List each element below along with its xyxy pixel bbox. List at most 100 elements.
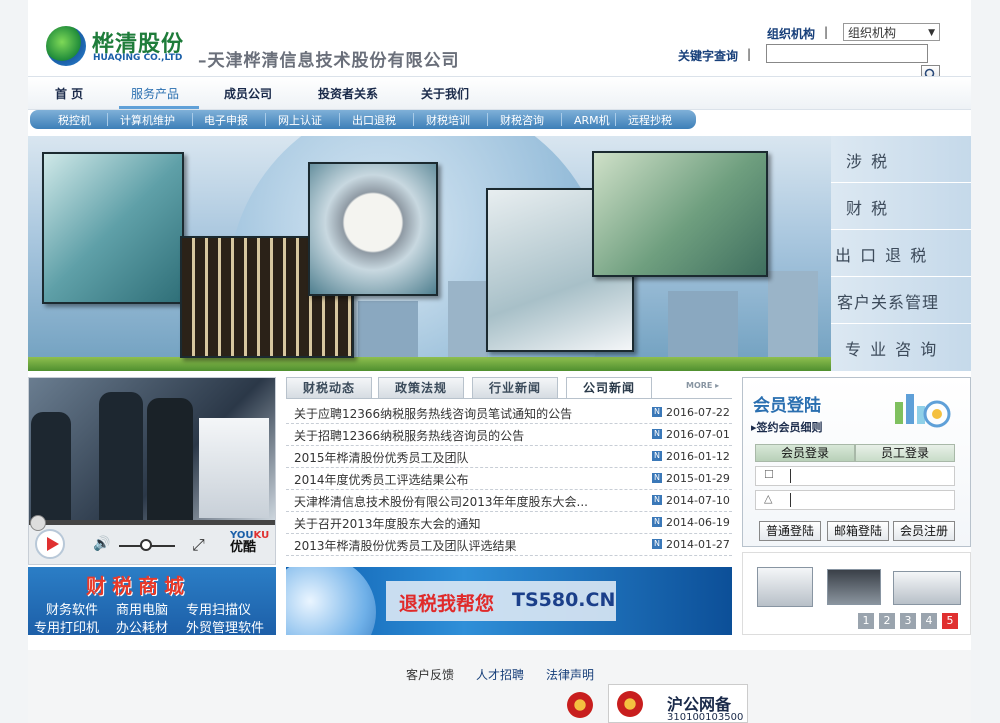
mall-item-trade-software: 外贸管理软件: [186, 621, 265, 636]
mall-item-scanner: 专用扫描仪: [186, 603, 252, 618]
nav-item-products[interactable]: 服务产品: [131, 85, 179, 102]
video-person-image: [31, 412, 71, 522]
carousel-page-4[interactable]: 4: [921, 613, 937, 629]
nav-item-home[interactable]: 首 页: [55, 85, 83, 102]
news-item[interactable]: 2013年桦清股份优秀员工及团队评选结果 N 2014-01-27: [286, 534, 732, 556]
staff-login-tab[interactable]: 员工登录: [855, 444, 955, 462]
news-item[interactable]: 天津桦清信息技术股份有限公司2013年年度股东大会... N 2014-07-1…: [286, 490, 732, 512]
news-date: 2016-01-12: [666, 450, 730, 463]
service-menu: 涉 税 财 税 出 口 退 税 客户关系管理 专 业 咨 询: [831, 136, 971, 371]
video-screen[interactable]: [29, 378, 275, 522]
footer-link-careers[interactable]: 人才招聘: [476, 666, 524, 683]
footer-link-feedback[interactable]: 客户反馈: [406, 666, 454, 683]
news-item[interactable]: 关于应聘12366纳税服务热线咨询员笔试通知的公告 N 2016-07-22: [286, 402, 732, 424]
video-player[interactable]: 🔊 ⤢ YOUKU 优酷: [28, 377, 276, 565]
news-item[interactable]: 关于招聘12366纳税服务热线咨询员的公告 N 2016-07-01: [286, 424, 732, 446]
mall-item-finance-software: 财务软件: [46, 603, 99, 618]
subnav-item-training[interactable]: 财税培训: [426, 112, 470, 128]
normal-login-button[interactable]: 普通登陆: [759, 521, 821, 541]
video-progress-handle[interactable]: [30, 515, 46, 531]
more-link[interactable]: MORE ▸: [686, 381, 719, 390]
carousel-page-5[interactable]: 5: [942, 613, 958, 629]
new-badge-icon: N: [652, 407, 662, 417]
mall-item-supplies: 办公耗材: [116, 621, 169, 636]
member-register-button[interactable]: 会员注册: [893, 521, 955, 541]
news-tabs: 财税动态 政策法规 行业新闻 公司新闻: [286, 377, 732, 399]
subnav-separator: [192, 113, 193, 126]
org-select[interactable]: 组织机构 ▼: [843, 23, 940, 41]
password-input[interactable]: △: [755, 490, 955, 510]
service-menu-item-crm[interactable]: 客户关系管理: [831, 277, 971, 324]
volume-icon[interactable]: 🔊: [93, 536, 110, 552]
member-decoration-icon: [895, 394, 951, 428]
tab-industry-news[interactable]: 行业新闻: [472, 377, 558, 399]
keyword-search-input[interactable]: [766, 44, 928, 63]
printer-carousel[interactable]: 1 2 3 4 5: [742, 552, 971, 635]
nav-item-investors[interactable]: 投资者关系: [318, 85, 378, 102]
youku-logo[interactable]: YOUKU 优酷: [230, 530, 269, 555]
company-logo-icon[interactable]: [46, 26, 86, 66]
police-emblem-icon: [617, 691, 643, 717]
nav-item-members[interactable]: 成员公司: [224, 85, 272, 102]
divider: |: [747, 47, 752, 61]
play-button[interactable]: [35, 529, 65, 559]
service-menu-item-tax-related[interactable]: 涉 税: [831, 136, 971, 183]
username-input[interactable]: ☐: [755, 466, 955, 486]
page: 桦清股份 HUAQING CO.,LTD –天津桦清信息技术股份有限公司 组织机…: [28, 0, 971, 723]
page-side-left: [0, 0, 28, 723]
mall-item-printer: 专用打印机: [34, 621, 100, 636]
tab-company-news[interactable]: 公司新闻: [566, 377, 652, 399]
mail-login-button[interactable]: 邮箱登陆: [827, 521, 889, 541]
news-item[interactable]: 关于召开2013年度股东大会的通知 N 2014-06-19: [286, 512, 732, 534]
org-select-value: 组织机构: [848, 26, 897, 40]
volume-slider-handle[interactable]: [140, 539, 152, 551]
news-title[interactable]: 2015年桦清股份优秀员工及团队: [294, 449, 469, 466]
police-emblem-icon: [567, 692, 593, 718]
grass-image: [28, 357, 831, 371]
service-menu-item-consulting[interactable]: 专 业 咨 询: [831, 324, 971, 370]
subnav-item-online-cert[interactable]: 网上认证: [278, 112, 322, 128]
news-title[interactable]: 天津桦清信息技术股份有限公司2013年年度股东大会...: [294, 493, 588, 510]
stopwatch-photo: [308, 162, 438, 296]
new-badge-icon: N: [652, 473, 662, 483]
news-item[interactable]: 2014年度优秀员工评选结果公布 N 2015-01-29: [286, 468, 732, 490]
video-person-image: [147, 398, 193, 522]
footer-link-legal[interactable]: 法律声明: [546, 666, 594, 683]
service-menu-label: 出 口 退 税: [835, 246, 929, 265]
member-login-tab[interactable]: 会员登录: [755, 444, 855, 462]
news-title[interactable]: 关于招聘12366纳税服务热线咨询员的公告: [294, 427, 524, 444]
carousel-page-3[interactable]: 3: [900, 613, 916, 629]
fullscreen-icon[interactable]: ⤢: [192, 535, 205, 555]
service-menu-label: 客户关系管理: [837, 293, 940, 312]
subnav-item-consulting[interactable]: 财税咨询: [500, 112, 544, 128]
news-title[interactable]: 关于召开2013年度股东大会的通知: [294, 515, 481, 532]
subnav-item-pc-maintenance[interactable]: 计算机维护: [120, 112, 175, 128]
police-record-badge[interactable]: 沪公网备 310100103500: [608, 684, 748, 723]
tax-mall-banner[interactable]: 财税商城 财务软件 商用电脑 专用扫描仪 专用打印机 办公耗材 外贸管理软件: [28, 567, 276, 636]
nav-item-about[interactable]: 关于我们: [421, 85, 469, 102]
lock-icon: △: [764, 492, 773, 505]
carousel-page-2[interactable]: 2: [879, 613, 895, 629]
tab-policy[interactable]: 政策法规: [378, 377, 464, 399]
subnav-item-export-refund[interactable]: 出口退税: [352, 112, 396, 128]
service-menu-item-finance-tax[interactable]: 财 税: [831, 183, 971, 230]
subnav-item-arm[interactable]: ARM机: [574, 112, 610, 128]
news-title[interactable]: 关于应聘12366纳税服务热线咨询员笔试通知的公告: [294, 405, 572, 422]
brand-name-en: HUAQING CO.,LTD: [93, 53, 183, 63]
video-progress-bar[interactable]: [29, 520, 275, 525]
footer: 客户反馈 人才招聘 法律声明: [28, 650, 971, 723]
news-title[interactable]: 2013年桦清股份优秀员工及团队评选结果: [294, 537, 517, 554]
member-rules-link[interactable]: ▸签约会员细则: [751, 419, 823, 435]
org-label: 组织机构: [767, 27, 816, 41]
service-menu-item-export-refund[interactable]: 出 口 退 税: [831, 230, 971, 277]
carousel-page-1[interactable]: 1: [858, 613, 874, 629]
subnav-item-remote-copy[interactable]: 远程抄税: [628, 112, 672, 128]
news-date: 2015-01-29: [666, 472, 730, 485]
subnav-item-e-filing[interactable]: 电子申报: [204, 112, 248, 128]
tax-refund-banner[interactable]: 退税我帮您 TS580.CN: [286, 567, 732, 635]
tab-tax-news[interactable]: 财税动态: [286, 377, 372, 399]
member-login-panel: 会员登陆 ▸签约会员细则 会员登录 员工登录 ☐ △ 普通登陆 邮箱登陆 会员注…: [742, 377, 971, 547]
subnav-item-tax-machine[interactable]: 税控机: [58, 112, 91, 128]
news-title[interactable]: 2014年度优秀员工评选结果公布: [294, 471, 469, 488]
news-item[interactable]: 2015年桦清股份优秀员工及团队 N 2016-01-12: [286, 446, 732, 468]
